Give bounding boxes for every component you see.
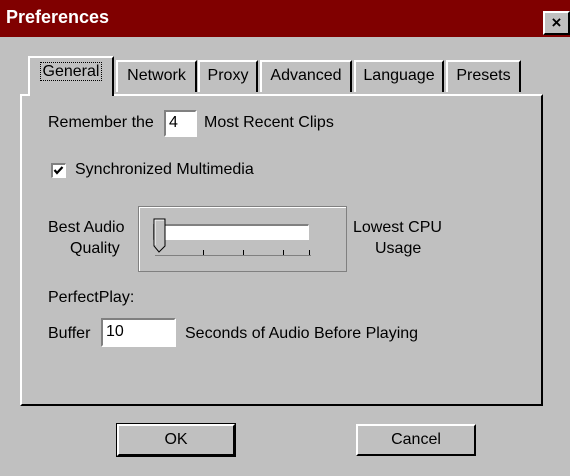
general-controls: Remember the 4 Most Recent Clips Synchro… xyxy=(0,0,570,476)
lowest-cpu-label-line1: Lowest CPU xyxy=(353,219,442,236)
audio-quality-slider[interactable] xyxy=(138,206,347,272)
slider-tick xyxy=(309,250,310,255)
buffer-label: Buffer xyxy=(48,325,91,342)
recent-clips-field[interactable]: 4 xyxy=(164,110,197,137)
synchronized-multimedia-checkbox[interactable] xyxy=(51,163,66,178)
buffer-seconds-field[interactable]: 10 xyxy=(101,318,176,347)
checkmark-icon xyxy=(53,166,64,175)
slider-tick-baseline xyxy=(155,255,311,256)
perfectplay-heading: PerfectPlay: xyxy=(48,289,135,306)
slider-tick xyxy=(283,250,284,255)
lowest-cpu-label-line2: Usage xyxy=(375,240,422,257)
remember-prefix-label: Remember the xyxy=(48,114,154,131)
best-audio-label-line1: Best Audio xyxy=(48,219,125,236)
remember-suffix-label: Most Recent Clips xyxy=(204,114,334,131)
slider-thumb[interactable] xyxy=(153,218,167,254)
preferences-dialog: Preferences × General Network Proxy Adva… xyxy=(0,0,570,476)
slider-track xyxy=(153,224,309,240)
best-audio-label-line2: Quality xyxy=(70,240,120,257)
slider-tick xyxy=(243,250,244,255)
synchronized-multimedia-label: Synchronized Multimedia xyxy=(75,161,254,178)
buffer-suffix-label: Seconds of Audio Before Playing xyxy=(185,325,419,342)
slider-tick xyxy=(203,250,204,255)
